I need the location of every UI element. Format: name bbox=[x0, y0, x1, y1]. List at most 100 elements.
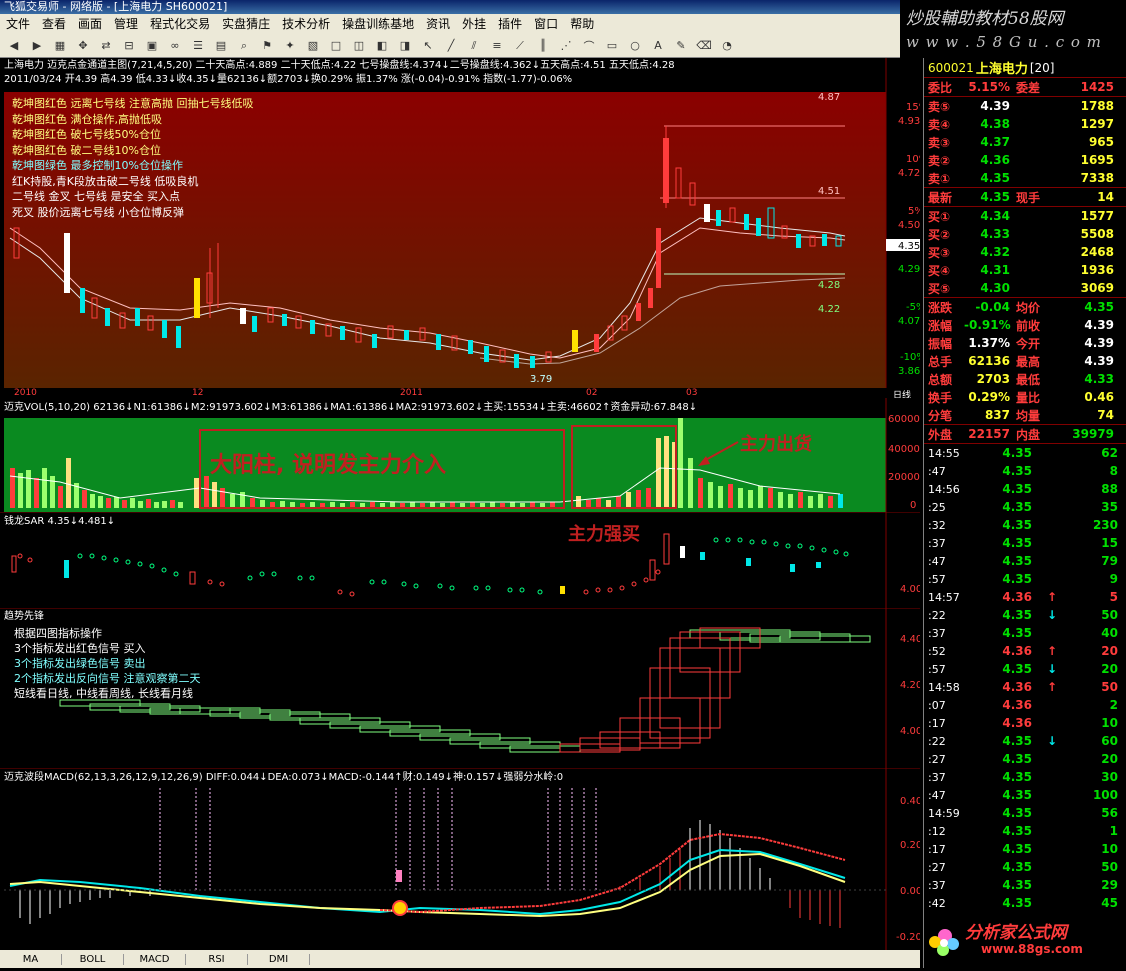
palette-icon[interactable]: ◔ bbox=[717, 37, 737, 55]
tick-time: 14:55 bbox=[928, 446, 960, 460]
tick-price: 4.35 bbox=[1002, 464, 1032, 478]
pen-icon[interactable]: ✎ bbox=[671, 37, 691, 55]
menu-program-trading[interactable]: 程式化交易 bbox=[144, 14, 216, 34]
box-icon[interactable]: □ bbox=[326, 37, 346, 55]
search-icon[interactable]: ⌕ bbox=[234, 37, 254, 55]
back-icon[interactable]: ◀ bbox=[4, 37, 24, 55]
tab-boll[interactable]: BOLL bbox=[62, 953, 124, 965]
tab-rsi[interactable]: RSI bbox=[186, 953, 248, 965]
flag-icon[interactable]: ⚑ bbox=[257, 37, 277, 55]
tab-ma[interactable]: MA bbox=[0, 953, 62, 965]
channel-icon[interactable]: ⫽ bbox=[464, 37, 484, 55]
menu-tech-analysis[interactable]: 技术分析 bbox=[276, 14, 336, 34]
buy-row[interactable]: 买④ 4.31 1936 bbox=[924, 261, 1126, 279]
buy-row[interactable]: 买⑤ 4.30 3069 bbox=[924, 279, 1126, 297]
chart-icon[interactable]: ▣ bbox=[142, 37, 162, 55]
adjust-icon[interactable]: ⊟ bbox=[119, 37, 139, 55]
menu-external[interactable]: 外挂 bbox=[456, 14, 492, 34]
eraser-icon[interactable]: ⌫ bbox=[694, 37, 714, 55]
main-chart-panel[interactable]: 4.87 4.51 4.28 4.22 3.79 15% 4.93 10% 4.… bbox=[0, 58, 928, 388]
menu-help[interactable]: 帮助 bbox=[564, 14, 600, 34]
doc-icon[interactable]: ▤ bbox=[211, 37, 231, 55]
line-icon[interactable]: ╱ bbox=[441, 37, 461, 55]
menu-info[interactable]: 资讯 bbox=[420, 14, 456, 34]
fan-icon[interactable]: ⋰ bbox=[556, 37, 576, 55]
glasses-icon[interactable]: ∞ bbox=[165, 37, 185, 55]
buy-row[interactable]: 买① 4.34 1577 bbox=[924, 207, 1126, 225]
tick-time: :47 bbox=[928, 554, 946, 568]
tick-price: 4.35 bbox=[1002, 842, 1032, 856]
tick-volume: 88 bbox=[1101, 482, 1118, 496]
tick-time: :17 bbox=[928, 842, 946, 856]
tick-list[interactable]: 14:55 4.35 62:47 4.35 8 14:56 4.35 88:25 4.35 35:… bbox=[924, 444, 1126, 912]
label-4-87: 4.87 bbox=[818, 92, 840, 103]
tick-time: :37 bbox=[928, 536, 946, 550]
fib-icon[interactable]: ≡ bbox=[487, 37, 507, 55]
sell-row[interactable]: 卖④ 4.38 1297 bbox=[924, 115, 1126, 133]
circle-icon[interactable]: ○ bbox=[625, 37, 645, 55]
sell-row[interactable]: 卖③ 4.37 965 bbox=[924, 133, 1126, 151]
tick-time: 14:59 bbox=[928, 806, 960, 820]
date-label: 02 bbox=[586, 388, 598, 398]
forward-icon[interactable]: ▶ bbox=[27, 37, 47, 55]
tick-price: 4.35 bbox=[1002, 572, 1032, 586]
note-line: 乾坤图红色 满仓操作,高抛低吸 bbox=[12, 112, 162, 126]
tick-volume: 9 bbox=[1109, 572, 1118, 586]
bars-icon[interactable]: ║ bbox=[533, 37, 553, 55]
macd-panel[interactable]: 0.40 0.20 0.00 -0.20 迈克波段MACD(62,13,3,26… bbox=[0, 767, 922, 950]
annotation-strong-buy: 主力强买 bbox=[568, 523, 640, 545]
layout3-icon[interactable]: ◨ bbox=[395, 37, 415, 55]
text-icon[interactable]: A bbox=[648, 37, 668, 55]
menu-window[interactable]: 窗口 bbox=[528, 14, 564, 34]
volume-panel[interactable]: 大阳柱, 说明发主力介入 主力出货 600000 400000 200000 0… bbox=[0, 398, 926, 512]
annotation-text: 大阳柱, 说明发主力介入 bbox=[210, 452, 446, 478]
layout2-icon[interactable]: ◧ bbox=[372, 37, 392, 55]
svg-text:15%: 15% bbox=[906, 102, 920, 113]
sell-row[interactable]: 卖① 4.35 7338 bbox=[924, 169, 1126, 187]
tab-dmi[interactable]: DMI bbox=[248, 953, 310, 965]
brand-watermark: 炒股輔助教材58股网 w w w . 5 8 G u . c o m bbox=[900, 0, 1126, 58]
stat-row: 振幅 1.37% 今开 4.39 bbox=[928, 336, 1114, 351]
layout-icon[interactable]: ◫ bbox=[349, 37, 369, 55]
sar-panel[interactable]: 主力强买 4.00 钱龙SAR 4.35↓4.481↓ bbox=[0, 511, 922, 608]
tick-volume: 10 bbox=[1101, 716, 1118, 730]
svg-text:0.20: 0.20 bbox=[900, 840, 920, 851]
arrows-icon[interactable]: ✥ bbox=[73, 37, 93, 55]
tick-row: :17 4.35 10 bbox=[924, 840, 1126, 858]
yellow-candle bbox=[194, 278, 200, 318]
gann-icon[interactable]: ⟋ bbox=[510, 37, 530, 55]
menu-screen[interactable]: 画面 bbox=[72, 14, 108, 34]
tab-macd[interactable]: MACD bbox=[124, 953, 186, 965]
svg-text:0.00: 0.00 bbox=[900, 886, 920, 897]
tick-price: 4.35 bbox=[1002, 752, 1032, 766]
brand-line1: 炒股輔助教材58股网 bbox=[906, 9, 1064, 29]
tick-price: 4.35 bbox=[1002, 662, 1032, 676]
list-icon[interactable]: ☰ bbox=[188, 37, 208, 55]
menu-plugin[interactable]: 插件 bbox=[492, 14, 528, 34]
menu-view[interactable]: 查看 bbox=[36, 14, 72, 34]
tick-price: 4.35 bbox=[1002, 824, 1032, 838]
tick-row: :27 4.35 20 bbox=[924, 750, 1126, 768]
cursor-icon[interactable]: ↖ bbox=[418, 37, 438, 55]
arc-icon[interactable]: ⌒ bbox=[579, 37, 599, 55]
svg-text:4.72: 4.72 bbox=[898, 168, 920, 179]
tick-price: 4.35 bbox=[1002, 806, 1032, 820]
buy-row[interactable]: 买③ 4.32 2468 bbox=[924, 243, 1126, 261]
menu-training[interactable]: 操盘训练基地 bbox=[336, 14, 420, 34]
menu-guess[interactable]: 实盘猜庄 bbox=[216, 14, 276, 34]
main-chart-header2: 2011/03/24 开4.39 高4.39 低4.33↓收4.35↓量6213… bbox=[4, 74, 573, 85]
svg-text:200000: 200000 bbox=[888, 472, 920, 483]
swap-icon[interactable]: ⇄ bbox=[96, 37, 116, 55]
buy-row[interactable]: 买② 4.33 5508 bbox=[924, 225, 1126, 243]
trend-panel[interactable]: 4.40 4.20 4.00 趋势先锋 根据四图指标操作 3个指标发出红色信号 … bbox=[0, 607, 922, 768]
waipan-value: 22157 bbox=[968, 427, 1010, 441]
rect-icon[interactable]: ▭ bbox=[602, 37, 622, 55]
sell-row[interactable]: 卖⑤ 4.39 1788 bbox=[924, 97, 1126, 115]
star-icon[interactable]: ✦ bbox=[280, 37, 300, 55]
menu-manage[interactable]: 管理 bbox=[108, 14, 144, 34]
image-icon[interactable]: ▧ bbox=[303, 37, 323, 55]
menu-file[interactable]: 文件 bbox=[0, 14, 36, 34]
sell-row[interactable]: 卖② 4.36 1695 bbox=[924, 151, 1126, 169]
date-axis: 2010 12 2011 02 03 日线 bbox=[0, 388, 920, 401]
grid-icon[interactable]: ▦ bbox=[50, 37, 70, 55]
